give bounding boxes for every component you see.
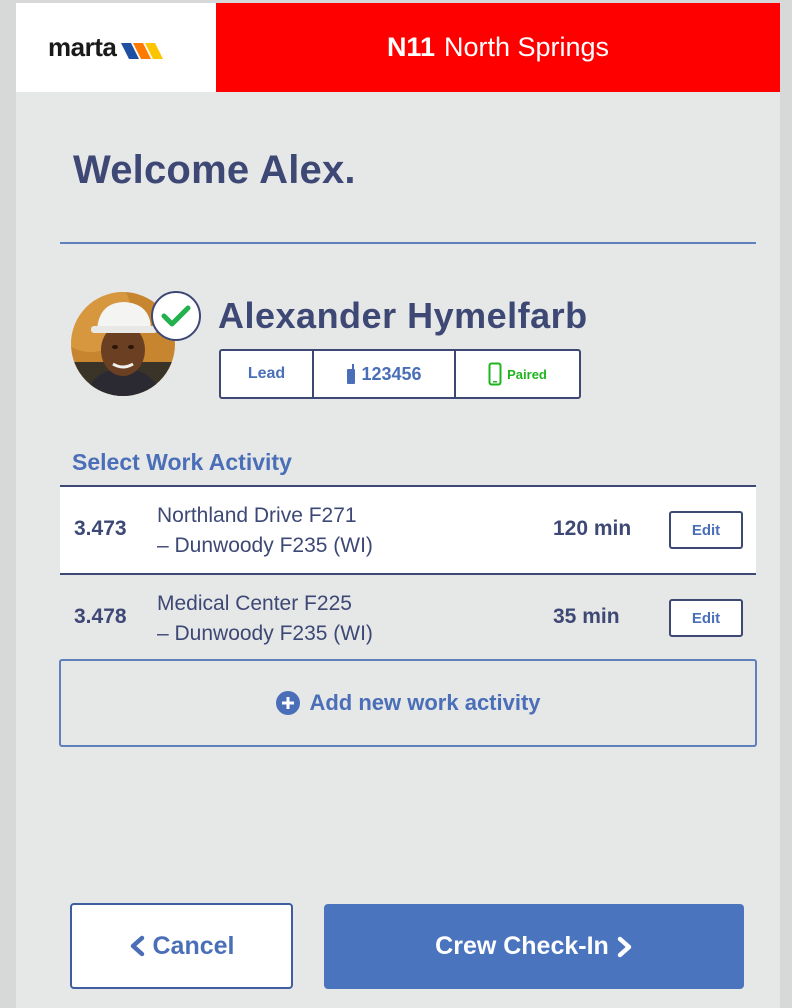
logo-stripes-icon: [121, 42, 164, 59]
role-tag: Lead: [221, 351, 314, 397]
station-banner: N11 North Springs: [216, 3, 780, 92]
activity-name-line1: Northland Drive F271: [157, 504, 357, 527]
crew-check-in-button[interactable]: Crew Check-In: [324, 904, 744, 989]
station-code: N11: [386, 32, 435, 62]
chevron-left-icon: [130, 935, 144, 957]
user-name: Alexander Hymelfarb: [218, 295, 588, 336]
app-screen: marta N11 North Springs Welcome Alex. Al…: [16, 3, 780, 1008]
plus-circle-icon: [276, 691, 301, 715]
verified-check-icon: [151, 291, 201, 341]
activity-id: 3.478: [74, 605, 127, 628]
edit-button[interactable]: Edit: [669, 511, 743, 549]
device-status: Paired: [507, 366, 547, 382]
activity-name-line1: Medical Center F225: [157, 592, 352, 615]
activity-row[interactable]: 3.473 Northland Drive F271 – Dunwoody F2…: [60, 485, 756, 573]
cancel-label: Cancel: [152, 931, 235, 960]
activity-row[interactable]: 3.478 Medical Center F225 – Dunwoody F23…: [60, 573, 756, 661]
page-title: Welcome Alex.: [73, 148, 356, 192]
role-label: Lead: [247, 365, 286, 382]
station-name: North Springs: [443, 32, 610, 62]
edit-button[interactable]: Edit: [669, 599, 743, 637]
activity-duration: 35 min: [553, 605, 620, 628]
phone-icon: [488, 362, 502, 386]
chevron-right-icon: [617, 936, 632, 957]
check-in-label: Crew Check-In: [435, 932, 609, 960]
activity-name-line2: – Dunwoody F235 (WI): [157, 622, 373, 645]
add-activity-button[interactable]: Add new work activity: [59, 659, 757, 747]
activity-duration: 120 min: [553, 517, 632, 540]
device-status-tag: Paired: [456, 351, 579, 397]
activity-name: Medical Center F225 – Dunwoody F235 (WI): [157, 589, 373, 649]
add-activity-label: Add new work activity: [309, 690, 541, 715]
marta-logo: marta: [16, 3, 216, 92]
divider: [60, 242, 756, 244]
user-tags: Lead 123456 Paired: [219, 349, 581, 399]
section-title: Select Work Activity: [72, 449, 292, 475]
activity-list: 3.473 Northland Drive F271 – Dunwoody F2…: [60, 485, 756, 661]
radio-id: 123456: [361, 363, 422, 384]
activity-name-line2: – Dunwoody F235 (WI): [157, 534, 373, 557]
activity-name: Northland Drive F271 – Dunwoody F235 (WI…: [157, 501, 373, 561]
logo-text: marta: [48, 32, 117, 62]
radio-icon: [347, 364, 356, 384]
header: marta N11 North Springs: [16, 3, 780, 92]
activity-id: 3.473: [74, 517, 127, 540]
cancel-button[interactable]: Cancel: [70, 903, 293, 989]
radio-tag: 123456: [314, 351, 456, 397]
